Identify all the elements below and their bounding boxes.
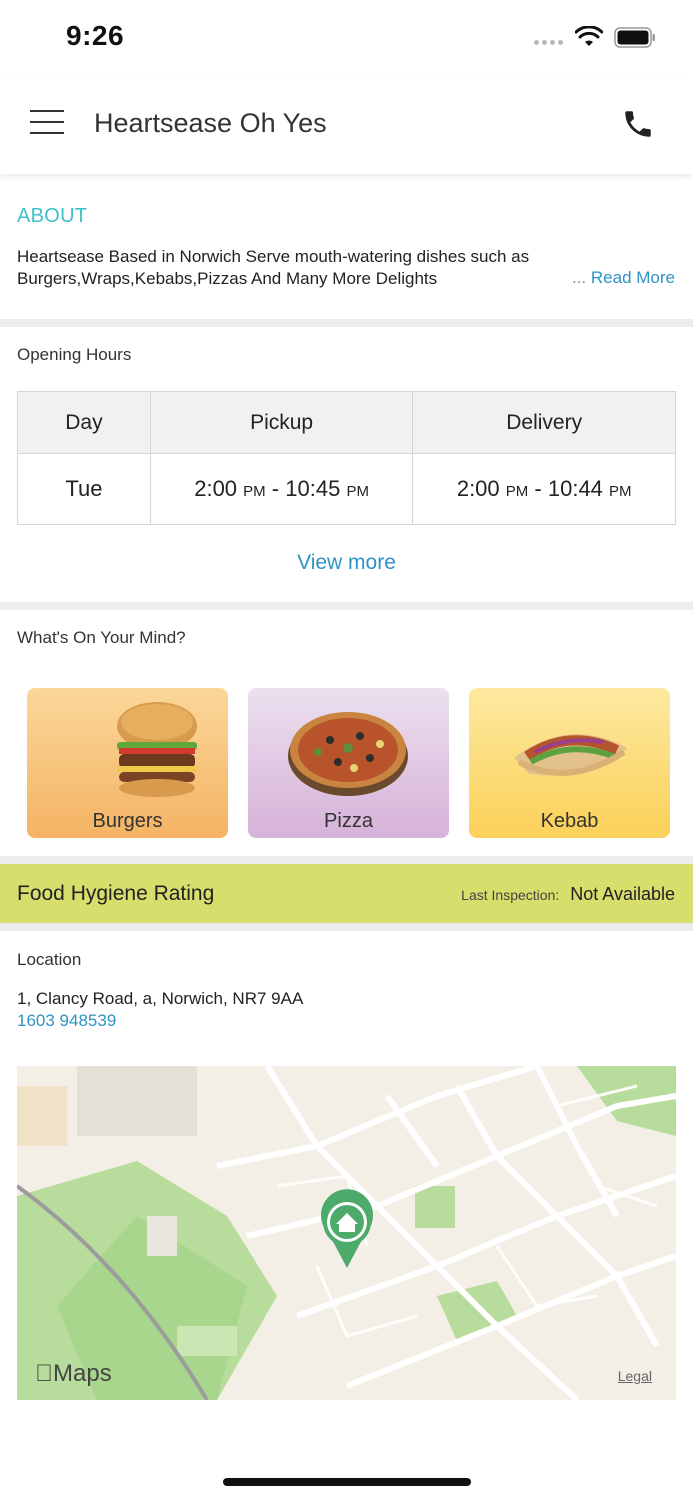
pickup-end-ampm: PM [346, 483, 369, 500]
location-phone-link[interactable]: 1603 948539 [17, 1011, 116, 1031]
read-more-link[interactable]: Read More [591, 268, 675, 287]
food-hygiene-title: Food Hygiene Rating [17, 882, 215, 905]
categories-heading: What's On Your Mind? [17, 628, 186, 647]
read-more-ellipsis: ... [571, 268, 587, 287]
category-label: Kebab [540, 810, 599, 832]
about-heading: ABOUT [17, 205, 88, 227]
map-tiles [17, 1066, 676, 1400]
maps-legal-link[interactable]: Legal [618, 1368, 652, 1384]
category-label: Pizza [324, 810, 373, 832]
table-header-row: Day Pickup Delivery [17, 391, 676, 454]
opening-hours-heading: Opening Hours [17, 345, 132, 364]
phone-icon[interactable] [621, 107, 655, 141]
read-more: ... Read More [572, 268, 675, 288]
last-inspection-value: Not Available [570, 884, 675, 904]
location-heading: Location [17, 950, 82, 969]
section-divider [0, 319, 693, 327]
pickup-start-time: 2:00 [194, 476, 238, 501]
category-label: Burgers [92, 810, 163, 832]
delivery-end-ampm: PM [609, 483, 632, 500]
about-section: ABOUT Heartsease Based in Norwich Serve … [0, 174, 693, 319]
opening-hours-table: Day Pickup Delivery Tue 2:00 PM - 10:45 … [17, 391, 676, 525]
food-hygiene-bar: Food Hygiene Rating Last Inspection: Not… [0, 864, 693, 923]
category-card-burgers[interactable]: Burgers [27, 688, 228, 838]
hamburger-menu-icon[interactable] [30, 110, 64, 136]
location-map[interactable]: Maps Legal [17, 1066, 676, 1400]
apple-logo-icon:  [35, 1360, 53, 1387]
section-divider [0, 856, 693, 864]
home-indicator [223, 1478, 471, 1486]
maps-brand-text: Maps [35, 1360, 112, 1387]
category-card-kebab[interactable]: Kebab [469, 688, 670, 838]
delivery-start-time: 2:00 [456, 476, 500, 501]
last-inspection-label: Last Inspection: [461, 887, 560, 903]
column-header-delivery: Delivery [412, 391, 676, 454]
about-text: Heartsease Based in Norwich Serve mouth-… [17, 247, 530, 288]
page-title: Heartsease Oh Yes [94, 108, 327, 138]
kebab-icon [514, 734, 627, 776]
pizza-icon [288, 712, 408, 796]
burger-icon [117, 702, 197, 797]
cellular-signal-icon [534, 40, 563, 45]
status-time: 9:26 [66, 20, 125, 51]
column-header-day: Day [17, 391, 151, 454]
pickup-start-ampm: PM [243, 483, 266, 500]
day-cell: Tue [17, 453, 151, 525]
wifi-icon [575, 26, 603, 46]
app-header: Heartsease Oh Yes [0, 76, 693, 174]
delivery-end-time: 10:44 [547, 476, 603, 501]
view-more-link[interactable]: View more [0, 551, 693, 575]
table-row: Tue 2:00 PM - 10:45 PM 2:00 PM - 10:44 P… [17, 453, 676, 525]
delivery-separator: - [534, 476, 542, 501]
pickup-separator: - [271, 476, 280, 501]
last-inspection: Last Inspection: Not Available [461, 884, 675, 905]
apple-maps-logo: Maps [35, 1360, 112, 1388]
battery-icon [614, 27, 655, 48]
delivery-hours-cell: 2:00 PM - 10:44 PM [412, 453, 676, 525]
section-divider [0, 923, 693, 931]
pickup-hours-cell: 2:00 PM - 10:45 PM [149, 453, 414, 525]
delivery-start-ampm: PM [505, 483, 529, 500]
status-bar: 9:26 [0, 0, 693, 76]
section-divider [0, 602, 693, 610]
location-address: 1, Clancy Road, a, Norwich, NR7 9AA [17, 989, 304, 1008]
pickup-end-time: 10:45 [285, 476, 341, 501]
category-card-pizza[interactable]: Pizza [248, 688, 449, 838]
column-header-pickup: Pickup [149, 391, 414, 454]
